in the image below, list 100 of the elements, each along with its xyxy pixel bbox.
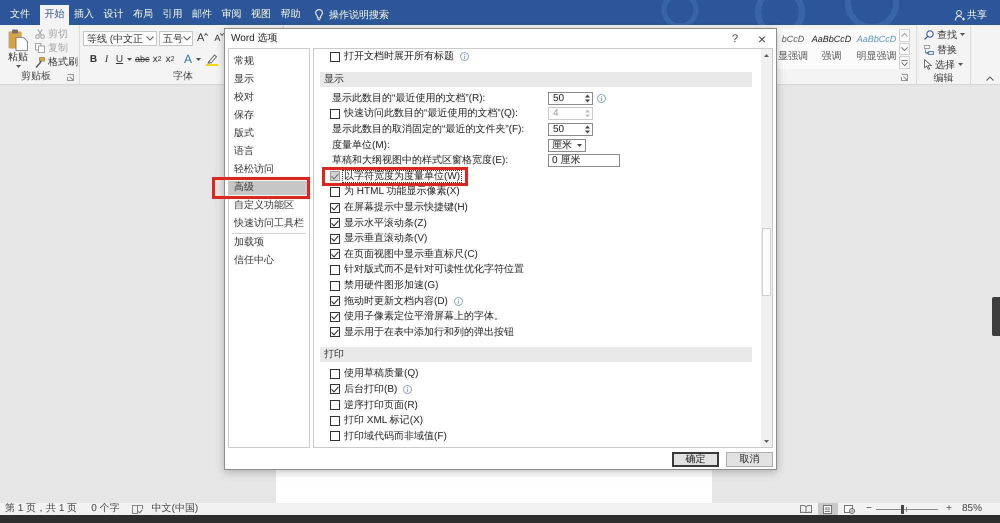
- dialog-button[interactable]: 取消: [726, 452, 773, 467]
- ribbon-tab[interactable]: 插入: [69, 5, 98, 25]
- shrink-font-button[interactable]: A: [212, 31, 226, 46]
- checkbox[interactable]: [330, 400, 340, 410]
- collapse-ribbon-icon[interactable]: [986, 76, 994, 81]
- category-item[interactable]: 显示: [229, 73, 309, 87]
- checkbox[interactable]: [330, 296, 340, 306]
- ribbon-tab[interactable]: 帮助: [276, 5, 305, 25]
- ribbon-tab[interactable]: 设计: [98, 5, 128, 25]
- help-button[interactable]: ?: [727, 30, 743, 46]
- font-size-dropdown[interactable]: 五号: [159, 31, 193, 46]
- language-status[interactable]: 中文(中国): [152, 503, 198, 515]
- checkbox[interactable]: [330, 202, 340, 213]
- gallery-up-button[interactable]: [899, 29, 910, 42]
- option-label: 快速访问此数目的“最近使用的文档”(Q):: [342, 107, 519, 120]
- checkbox[interactable]: [330, 416, 340, 426]
- spin-arrows-icon[interactable]: [585, 125, 590, 134]
- format-painter-button[interactable]: 格式刷: [35, 55, 78, 69]
- word-count[interactable]: 0 个字: [91, 503, 120, 515]
- category-item[interactable]: 加载项: [229, 236, 309, 250]
- checkbox[interactable]: [330, 384, 340, 394]
- unit-dropdown[interactable]: 厘米: [548, 138, 586, 152]
- highlighter-icon[interactable]: [206, 54, 218, 66]
- gallery-more-button[interactable]: [899, 56, 910, 70]
- triangle-up-icon: [764, 54, 769, 56]
- number-field[interactable]: 50: [548, 92, 593, 105]
- page-count[interactable]: 第 1 页，共 1 页: [5, 503, 78, 515]
- number-field[interactable]: 50: [548, 123, 593, 136]
- ribbon-tab[interactable]: 引用: [158, 5, 187, 25]
- dialog-button[interactable]: 确定: [672, 452, 719, 467]
- strikethrough-button[interactable]: abc: [134, 52, 151, 67]
- checkbox[interactable]: [330, 264, 340, 275]
- ribbon-tab[interactable]: 文件: [5, 5, 34, 25]
- superscript-button[interactable]: x$^{2}$: [164, 52, 177, 67]
- tell-me-search[interactable]: 操作说明搜索: [315, 5, 389, 25]
- italic-button[interactable]: I: [100, 52, 113, 67]
- checkbox[interactable]: [330, 431, 340, 442]
- checkbox[interactable]: [330, 234, 340, 244]
- close-button[interactable]: ×: [752, 30, 772, 46]
- category-item[interactable]: 常规: [229, 55, 309, 69]
- underline-button[interactable]: U: [113, 52, 126, 67]
- info-icon[interactable]: [460, 52, 469, 62]
- category-item[interactable]: 校对: [229, 91, 309, 105]
- style-gallery-item[interactable]: AaBbCcD 明显强调: [854, 29, 899, 69]
- option-label: 后台打印(B): [343, 382, 398, 396]
- checkbox[interactable]: [330, 280, 340, 291]
- checkbox[interactable]: [330, 368, 340, 379]
- ribbon-tab[interactable]: 开始: [40, 5, 69, 25]
- category-item[interactable]: 轻松访问: [229, 163, 309, 177]
- checkbox[interactable]: [330, 327, 340, 338]
- find-button[interactable]: 查找: [924, 27, 970, 42]
- zoom-in-button[interactable]: +: [944, 503, 954, 515]
- checkbox[interactable]: [330, 218, 340, 228]
- checkbox[interactable]: [330, 52, 340, 62]
- option-label: 打开文档时展开所有标题: [343, 50, 455, 64]
- category-item[interactable]: 高级: [229, 181, 309, 195]
- info-icon[interactable]: [597, 94, 606, 103]
- caret-icon[interactable]: [127, 58, 132, 61]
- zoom-percent[interactable]: 85%: [962, 503, 982, 515]
- category-item[interactable]: 信任中心: [229, 254, 309, 268]
- checkbox[interactable]: [330, 186, 340, 197]
- zoom-out-button[interactable]: −: [864, 503, 874, 515]
- info-icon[interactable]: [454, 296, 463, 306]
- group-label: 编辑: [934, 73, 954, 85]
- ribbon-tab[interactable]: 视图: [246, 5, 276, 25]
- ribbon-tab[interactable]: 审阅: [216, 5, 246, 25]
- dialog-launcher-icon[interactable]: [67, 74, 74, 80]
- checkbox[interactable]: [330, 312, 340, 322]
- category-item[interactable]: 保存: [229, 109, 309, 123]
- proofing-icon[interactable]: [132, 504, 143, 514]
- option-label: 显示此数目的取消固定的“最近的文件夹”(F):: [331, 123, 526, 136]
- checkbox[interactable]: [330, 249, 340, 260]
- category-item[interactable]: 语言: [229, 145, 309, 159]
- category-item[interactable]: 快速访问工具栏: [229, 217, 309, 231]
- font-name-dropdown[interactable]: 等线 (中文正: [83, 31, 157, 46]
- ribbon-tab[interactable]: 邮件: [187, 5, 216, 25]
- bold-button[interactable]: B: [87, 52, 100, 67]
- replace-button[interactable]: 替换: [924, 42, 970, 57]
- ribbon-tab[interactable]: 布局: [128, 5, 158, 25]
- paste-button[interactable]: 粘贴: [4, 25, 32, 70]
- page-icon: [823, 504, 832, 514]
- select-button[interactable]: 选择: [924, 57, 970, 72]
- style-gallery-item[interactable]: bCcD 显强调: [777, 29, 809, 69]
- option-label: 使用草稿质量(Q): [343, 367, 420, 380]
- option-label: 显示用于在表中添加行和列的弹出按钮: [343, 326, 515, 339]
- print-layout-button[interactable]: [818, 503, 838, 515]
- gallery-down-button[interactable]: [899, 42, 910, 56]
- scrollbar-thumb[interactable]: [762, 228, 771, 296]
- grow-font-button[interactable]: A: [195, 31, 210, 46]
- text-field[interactable]: 0 厘米: [548, 154, 620, 168]
- category-item[interactable]: 自定义功能区: [229, 199, 309, 213]
- share-button[interactable]: 共享: [955, 5, 987, 25]
- info-icon[interactable]: [403, 384, 412, 394]
- spin-arrows-icon[interactable]: [585, 94, 590, 103]
- dialog-launcher-icon[interactable]: [901, 74, 908, 80]
- zoom-slider-thumb[interactable]: [900, 504, 904, 514]
- text-effects-button[interactable]: A: [182, 52, 195, 67]
- caret-icon[interactable]: [196, 58, 201, 61]
- style-gallery-item[interactable]: AaBbCcD 强调: [809, 29, 854, 69]
- category-item[interactable]: 版式: [229, 127, 309, 141]
